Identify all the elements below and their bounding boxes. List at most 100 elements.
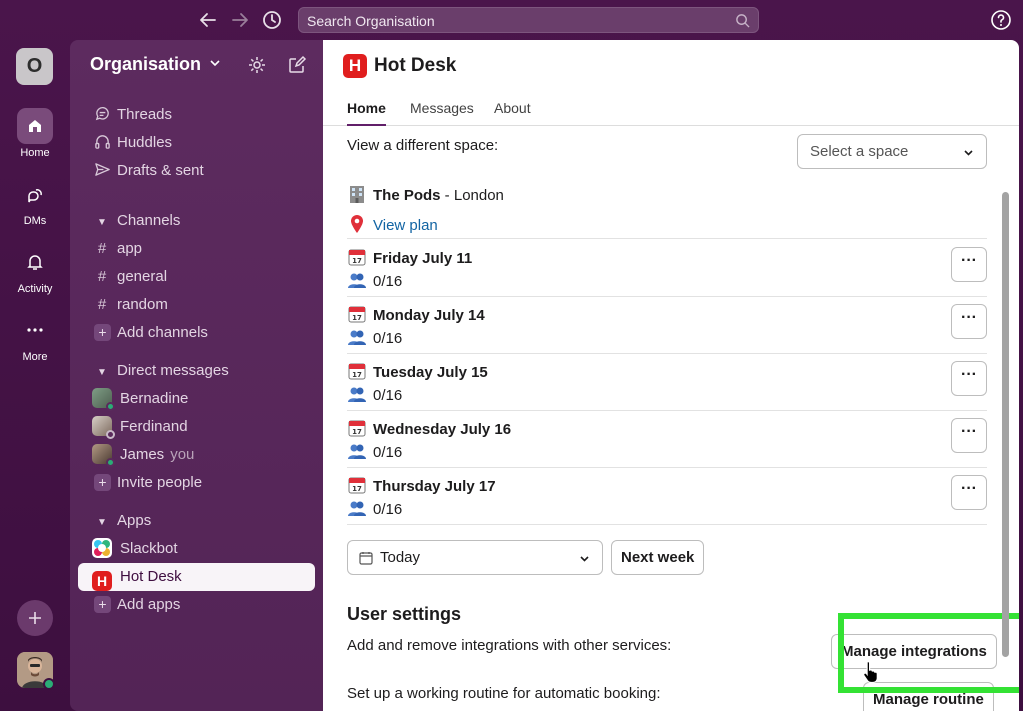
sidebar-item-label: Drafts & sent <box>117 162 204 179</box>
search-input[interactable]: Search Organisation <box>298 7 759 33</box>
hash-icon: # <box>97 240 107 257</box>
workspace-avatar[interactable]: O <box>16 48 53 85</box>
manage-integrations-button[interactable]: Manage integrations <box>831 634 997 669</box>
rail-item-home[interactable]: Home <box>0 108 70 159</box>
sidebar-item-label: Huddles <box>117 134 173 151</box>
help-icon[interactable] <box>990 9 1012 31</box>
slackbot-icon <box>92 538 112 558</box>
calendar-icon: 17 <box>348 249 366 266</box>
space-name: The Pods <box>373 187 441 204</box>
day-count: 0/16 <box>347 441 402 461</box>
online-status-dot <box>43 678 55 690</box>
sidebar-item-threads[interactable]: Threads <box>78 101 315 129</box>
tab-about[interactable]: About <box>494 100 531 126</box>
hot-desk-logo-icon: H <box>343 54 367 78</box>
day-count: 0/16 <box>347 270 402 290</box>
date-picker[interactable]: Today <box>347 540 603 575</box>
sidebar-item-dm-ferdinand[interactable]: Ferdinand <box>78 413 315 441</box>
sidebar-item-channel-random[interactable]: # random <box>78 291 315 319</box>
channels-section-header[interactable]: ▼ Channels <box>78 207 315 235</box>
occupancy-count: 0/16 <box>373 273 403 290</box>
home-icon <box>17 108 53 144</box>
next-week-button[interactable]: Next week <box>611 540 705 575</box>
day-row: 17 Friday July 11 0/16 ··· <box>347 239 987 296</box>
manage-routine-button[interactable]: Manage routine <box>863 682 994 711</box>
apps-section-header[interactable]: ▼ Apps <box>78 507 315 535</box>
hand-pointer-cursor-icon <box>863 660 878 684</box>
day-more-button[interactable]: ··· <box>951 361 987 396</box>
occupancy-count: 0/16 <box>373 330 403 347</box>
sidebar-item-label: Threads <box>117 106 173 123</box>
calendar-icon: 17 <box>348 420 366 437</box>
add-channels-button[interactable]: + Add channels <box>78 319 315 347</box>
people-icon <box>348 273 366 288</box>
settings-gear-icon[interactable] <box>247 55 267 75</box>
compose-icon[interactable] <box>287 55 307 75</box>
main-panel: H Hot Desk Home Messages About View a di… <box>323 40 1019 711</box>
search-icon <box>736 14 750 28</box>
sidebar-item-channel-general[interactable]: # general <box>78 263 315 291</box>
workspace-rail: O Home DMs Activity More <box>0 40 70 711</box>
people-icon <box>348 387 366 402</box>
user-avatar[interactable] <box>17 652 55 690</box>
rail-item-more[interactable]: More <box>0 312 70 363</box>
day-count: 0/16 <box>347 384 402 404</box>
you-suffix: you <box>170 446 195 463</box>
day-more-button[interactable]: ··· <box>951 247 987 282</box>
occupancy-count: 0/16 <box>373 387 403 404</box>
caret-down-icon: ▼ <box>97 217 107 228</box>
day-row: 17 Thursday July 17 0/16 ··· <box>347 467 987 524</box>
add-channels-label: Add channels <box>117 324 208 341</box>
sidebar-item-huddles[interactable]: Huddles <box>78 129 315 157</box>
day-name: 17 Tuesday July 15 <box>347 361 488 381</box>
space-location: - London <box>440 187 504 204</box>
date-picker-value: Today <box>380 549 421 566</box>
day-row: 17 Wednesday July 16 0/16 ··· <box>347 410 987 467</box>
view-plan-row: View plan <box>347 214 438 234</box>
sidebar-item-dm-bernadine[interactable]: Bernadine <box>78 385 315 413</box>
add-workspace-button[interactable] <box>17 600 53 636</box>
chevron-down-icon <box>964 150 973 156</box>
space-select[interactable]: Select a space <box>797 134 987 169</box>
back-arrow-icon[interactable] <box>197 9 219 31</box>
pushpin-icon <box>351 215 363 233</box>
channel-label: app <box>117 240 143 257</box>
dm-section-header[interactable]: ▼ Direct messages <box>78 357 315 385</box>
workspace-menu[interactable]: Organisation <box>90 54 220 75</box>
workspace-name: Organisation <box>90 54 202 74</box>
plus-icon <box>29 612 41 624</box>
view-plan-link[interactable]: View plan <box>373 217 438 234</box>
headphones-icon <box>92 129 112 157</box>
day-count: 0/16 <box>347 498 402 518</box>
app-title[interactable]: Hot Desk <box>374 55 456 77</box>
tab-messages[interactable]: Messages <box>410 100 474 126</box>
threads-icon <box>92 101 112 129</box>
add-apps-button[interactable]: + Add apps <box>78 591 315 619</box>
sidebar-item-app-slackbot[interactable]: Slackbot <box>78 535 315 563</box>
rail-item-dms[interactable]: DMs <box>0 176 70 227</box>
sidebar-item-dm-james[interactable]: James you <box>78 441 315 469</box>
scrollbar[interactable] <box>1002 192 1009 657</box>
history-icon[interactable] <box>261 9 283 31</box>
online-status-dot <box>106 402 115 411</box>
day-name: 17 Monday July 14 <box>347 304 485 324</box>
day-name: 17 Wednesday July 16 <box>347 418 511 438</box>
tab-home[interactable]: Home <box>347 100 386 126</box>
routine-text: Set up a working routine for automatic b… <box>347 685 661 702</box>
app-name: Hot Desk <box>120 568 182 585</box>
sidebar-item-channel-app[interactable]: # app <box>78 235 315 263</box>
caret-down-icon: ▼ <box>97 517 107 528</box>
rail-item-activity[interactable]: Activity <box>0 244 70 295</box>
forward-arrow-icon[interactable] <box>229 9 251 31</box>
day-more-button[interactable]: ··· <box>951 418 987 453</box>
day-label: Thursday July 17 <box>373 478 496 495</box>
sidebar-item-drafts[interactable]: Drafts & sent <box>78 157 315 185</box>
search-placeholder: Search Organisation <box>307 13 435 29</box>
dm-name: Ferdinand <box>120 418 188 435</box>
invite-people-button[interactable]: + Invite people <box>78 469 315 497</box>
sidebar-item-app-hot-desk[interactable]: H Hot Desk <box>78 563 315 591</box>
day-more-button[interactable]: ··· <box>951 304 987 339</box>
day-more-button[interactable]: ··· <box>951 475 987 510</box>
tab-bar: Home Messages About <box>323 98 1019 126</box>
dm-name: James <box>120 446 165 463</box>
